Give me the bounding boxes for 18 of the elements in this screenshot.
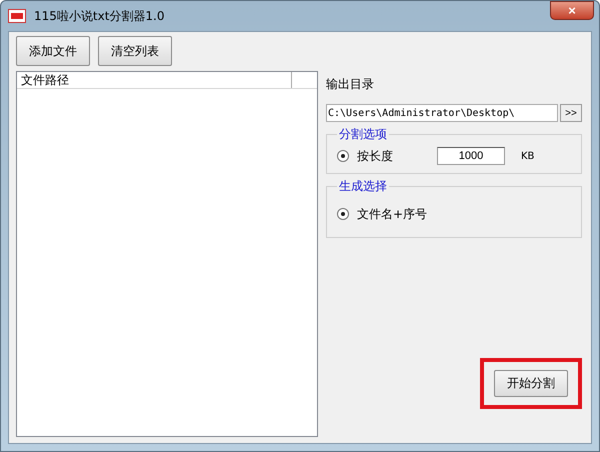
unit-label: KB [521, 150, 534, 162]
group-title: 生成选择 [338, 178, 388, 195]
length-field[interactable]: 1000 [437, 147, 505, 165]
output-path-field[interactable]: C:\Users\Administrator\Desktop\ [326, 104, 558, 122]
output-label: 输出目录 [326, 76, 375, 92]
option-label: 按长度 [357, 148, 394, 164]
file-list[interactable]: 文件路径 [16, 71, 318, 437]
column-header[interactable]: 文件路径 [17, 72, 292, 88]
option-label: 文件名+序号 [357, 206, 428, 222]
browse-button[interactable]: >> [560, 104, 582, 122]
radio-button[interactable] [337, 208, 349, 220]
group-title: 分割选项 [338, 126, 388, 143]
window-title: 115啦小说txt分割器1.0 [34, 8, 164, 24]
start-button[interactable]: 开始分割 [494, 370, 568, 397]
toolbar-button[interactable]: 添加文件 [16, 36, 90, 66]
radio-button[interactable] [337, 150, 349, 162]
app-logo-icon [8, 9, 26, 23]
toolbar-button[interactable]: 清空列表 [98, 36, 172, 66]
